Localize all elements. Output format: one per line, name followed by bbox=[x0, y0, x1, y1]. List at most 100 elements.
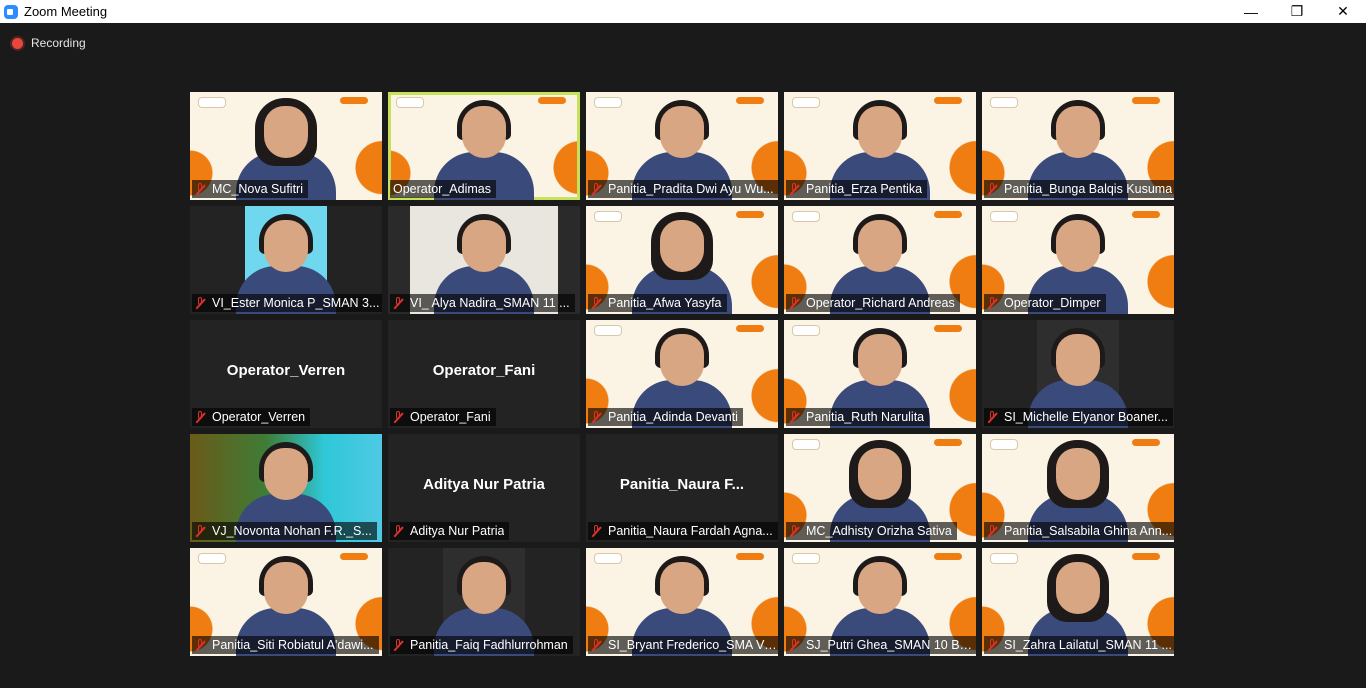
event-logo-icon bbox=[594, 97, 622, 108]
muted-mic-icon bbox=[393, 524, 403, 538]
event-badge-icon bbox=[736, 325, 764, 332]
participant-tile[interactable]: SI_Bryant Frederico_SMA Vi... bbox=[586, 548, 778, 656]
participant-tile[interactable]: Operator_Adimas bbox=[388, 92, 580, 200]
participant-tile[interactable]: SI_Michelle Elyanor Boaner... bbox=[982, 320, 1174, 428]
event-badge-icon bbox=[934, 553, 962, 560]
participant-name-label: Panitia_Salsabila Ghina Ann... bbox=[984, 522, 1174, 540]
participant-name-label: Panitia_Naura Fardah Agna... bbox=[588, 522, 778, 540]
event-badge-icon bbox=[934, 211, 962, 218]
muted-mic-icon bbox=[195, 296, 205, 310]
participant-tile[interactable]: Panitia_Ruth Narulita bbox=[784, 320, 976, 428]
participant-name: VI_Ester Monica P_SMAN 3... bbox=[212, 296, 380, 310]
window-controls: — ❐ ✕ bbox=[1228, 0, 1366, 23]
participant-tile[interactable]: Operator_Richard Andreas bbox=[784, 206, 976, 314]
muted-mic-icon bbox=[987, 524, 997, 538]
participant-tile[interactable]: Panitia_Salsabila Ghina Ann... bbox=[982, 434, 1174, 542]
participant-name-label: Aditya Nur Patria bbox=[390, 522, 510, 540]
participant-tile[interactable]: Panitia_Pradita Dwi Ayu Wu... bbox=[586, 92, 778, 200]
participant-tile[interactable]: Panitia_Faiq Fadhlurrohman bbox=[388, 548, 580, 656]
participant-name-label: Panitia_Siti Robiatul A'dawi... bbox=[192, 636, 379, 654]
participant-tile[interactable]: VI_Ester Monica P_SMAN 3... bbox=[190, 206, 382, 314]
participant-name: Operator_Adimas bbox=[393, 182, 491, 196]
restore-button[interactable]: ❐ bbox=[1274, 0, 1320, 23]
participant-name: SI_Bryant Frederico_SMA Vi... bbox=[608, 638, 777, 652]
participant-name: Operator_Fani bbox=[410, 410, 491, 424]
muted-mic-icon bbox=[393, 296, 403, 310]
participant-name-label: SJ_Putri Ghea_SMAN 10 Be... bbox=[786, 636, 976, 654]
participant-name-label: SI_Bryant Frederico_SMA Vi... bbox=[588, 636, 778, 654]
participant-tile[interactable]: VJ_Novonta Nohan F.R._S... bbox=[190, 434, 382, 542]
participant-name: Operator_Verren bbox=[212, 410, 306, 424]
participant-tile[interactable]: MC_Nova Sufitri bbox=[190, 92, 382, 200]
participant-name-label: Panitia_Ruth Narulita bbox=[786, 408, 930, 426]
participant-name-label: Operator_Verren bbox=[192, 408, 311, 426]
participant-tile[interactable]: MC_Adhisty Orizha Sativa bbox=[784, 434, 976, 542]
muted-mic-icon bbox=[789, 638, 799, 652]
participant-name: SI_Zahra Lailatul_SMAN 11 ... bbox=[1004, 638, 1172, 652]
participant-name: Panitia_Naura Fardah Agna... bbox=[608, 524, 773, 538]
minimize-button[interactable]: — bbox=[1228, 0, 1274, 23]
window-title: Zoom Meeting bbox=[24, 4, 108, 19]
event-logo-icon bbox=[792, 97, 820, 108]
participant-tile[interactable]: Operator_Dimper bbox=[982, 206, 1174, 314]
muted-mic-icon bbox=[195, 410, 205, 424]
muted-mic-icon bbox=[987, 638, 997, 652]
event-logo-icon bbox=[990, 553, 1018, 564]
participant-tile[interactable]: Panitia_Adinda Devanti bbox=[586, 320, 778, 428]
participant-tile[interactable]: SI_Zahra Lailatul_SMAN 11 ... bbox=[982, 548, 1174, 656]
participant-name-label: Operator_Richard Andreas bbox=[786, 294, 960, 312]
event-badge-icon bbox=[1132, 553, 1160, 560]
participant-name-label: SI_Michelle Elyanor Boaner... bbox=[984, 408, 1173, 426]
participant-name-label: Panitia_Bunga Balqis Kusuma bbox=[984, 180, 1174, 198]
participant-tile[interactable]: Operator_Fani Operator_Fani bbox=[388, 320, 580, 428]
event-logo-icon bbox=[396, 97, 424, 108]
participant-tile[interactable]: Panitia_Naura F... Panitia_Naura Fardah A… bbox=[586, 434, 778, 542]
event-badge-icon bbox=[934, 97, 962, 104]
participant-name-label: VI_Ester Monica P_SMAN 3... bbox=[192, 294, 382, 312]
participant-display-name: Operator_Verren bbox=[226, 362, 346, 379]
event-badge-icon bbox=[934, 325, 962, 332]
participant-tile[interactable]: Aditya Nur Patria Aditya Nur Patria bbox=[388, 434, 580, 542]
event-badge-icon bbox=[340, 553, 368, 560]
participant-name-label: SI_Zahra Lailatul_SMAN 11 ... bbox=[984, 636, 1174, 654]
participant-name: Panitia_Erza Pentika bbox=[806, 182, 923, 196]
participant-tile[interactable]: VI_ Alya Nadira_SMAN 11 ... bbox=[388, 206, 580, 314]
participant-tile[interactable]: Panitia_Erza Pentika bbox=[784, 92, 976, 200]
participant-display-name: Aditya Nur Patria bbox=[423, 476, 545, 493]
participant-name-label: VJ_Novonta Nohan F.R._S... bbox=[192, 522, 377, 540]
muted-mic-icon bbox=[393, 638, 403, 652]
event-logo-icon bbox=[594, 553, 622, 564]
muted-mic-icon bbox=[591, 638, 601, 652]
event-logo-icon bbox=[594, 211, 622, 222]
recording-indicator[interactable]: Recording bbox=[12, 36, 86, 50]
participant-tile[interactable]: Operator_Verren Operator_Verren bbox=[190, 320, 382, 428]
event-logo-icon bbox=[792, 553, 820, 564]
event-badge-icon bbox=[934, 439, 962, 446]
participant-display-name: Panitia_Naura F... bbox=[619, 476, 745, 493]
event-badge-icon bbox=[736, 97, 764, 104]
event-badge-icon bbox=[1132, 97, 1160, 104]
muted-mic-icon bbox=[591, 524, 601, 538]
event-logo-icon bbox=[198, 553, 226, 564]
event-logo-icon bbox=[990, 97, 1018, 108]
gallery-grid: MC_Nova Sufitri Operator_Adimas Panitia_Pr… bbox=[190, 92, 1174, 656]
participant-name: SJ_Putri Ghea_SMAN 10 Be... bbox=[806, 638, 975, 652]
participant-tile[interactable]: Panitia_Afwa Yasyfa bbox=[586, 206, 778, 314]
participant-display-name: Operator_Fani bbox=[432, 362, 536, 379]
muted-mic-icon bbox=[987, 296, 997, 310]
event-logo-icon bbox=[792, 211, 820, 222]
muted-mic-icon bbox=[789, 296, 799, 310]
participant-name: MC_Adhisty Orizha Sativa bbox=[806, 524, 952, 538]
participant-name-label: Operator_Adimas bbox=[390, 180, 496, 198]
muted-mic-icon bbox=[789, 410, 799, 424]
participant-tile[interactable]: SJ_Putri Ghea_SMAN 10 Be... bbox=[784, 548, 976, 656]
event-logo-icon bbox=[198, 97, 226, 108]
participant-name-label: MC_Adhisty Orizha Sativa bbox=[786, 522, 957, 540]
event-logo-icon bbox=[792, 325, 820, 336]
participant-name-label: Panitia_Afwa Yasyfa bbox=[588, 294, 727, 312]
muted-mic-icon bbox=[987, 410, 997, 424]
participant-tile[interactable]: Panitia_Bunga Balqis Kusuma bbox=[982, 92, 1174, 200]
event-logo-icon bbox=[792, 439, 820, 450]
close-button[interactable]: ✕ bbox=[1320, 0, 1366, 23]
participant-tile[interactable]: Panitia_Siti Robiatul A'dawi... bbox=[190, 548, 382, 656]
